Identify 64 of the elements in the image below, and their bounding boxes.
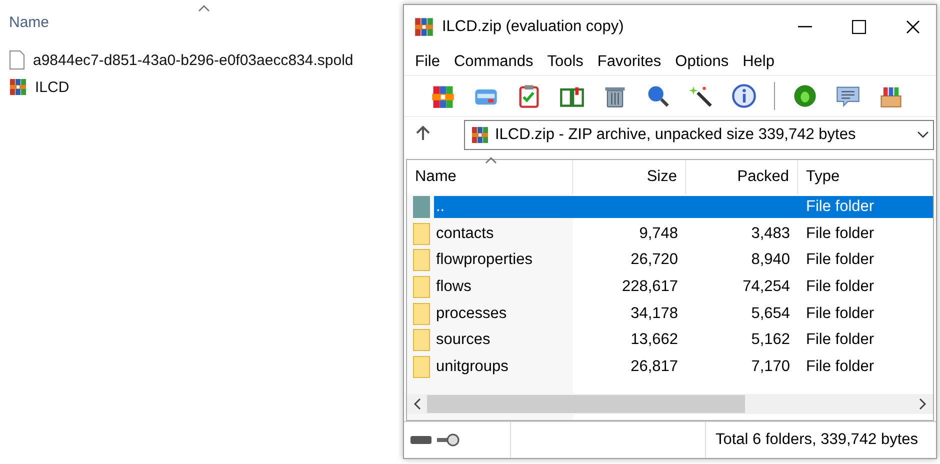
menu-item[interactable]: Favorites [590, 53, 668, 71]
menu-item[interactable]: Help [736, 53, 782, 71]
file-name[interactable]: ILCD [35, 78, 70, 96]
key-icon[interactable] [436, 433, 460, 447]
table-cell: 26,817 [630, 358, 678, 375]
table-cell: 26,720 [630, 251, 678, 268]
table-cell: 74,254 [742, 278, 790, 296]
horizontal-scrollbar[interactable] [407, 394, 933, 414]
table-cell: File folder [806, 304, 874, 322]
close-icon[interactable] [906, 20, 920, 34]
folder-icon [413, 249, 430, 272]
menu-item[interactable]: Options [668, 53, 736, 71]
table-cell[interactable]: sources [436, 331, 490, 348]
status-text: Total 6 folders, 339,742 bytes [704, 422, 936, 458]
table-cell: 5,162 [751, 331, 790, 348]
column-header[interactable]: Type [798, 160, 933, 194]
table-cell[interactable]: processes [436, 304, 507, 322]
table-cell: 3,483 [751, 224, 790, 242]
folder-icon [413, 329, 430, 352]
table-cell: 5,654 [751, 304, 790, 322]
table-cell: File folder [806, 251, 874, 268]
table-cell: 8,940 [751, 251, 790, 268]
column-header[interactable]: Name [9, 14, 403, 36]
folder-icon [413, 302, 430, 325]
parent-folder-icon [413, 196, 430, 218]
chevron-left-icon[interactable] [413, 398, 423, 410]
table-cell[interactable]: flowproperties [436, 251, 532, 268]
folder-icon [413, 276, 430, 298]
address-dropdown[interactable]: ILCD.zip - ZIP archive, unpacked size 339,742 bytes [464, 120, 934, 150]
table-cell[interactable]: unitgroups [436, 358, 508, 375]
minimize-icon[interactable] [798, 26, 812, 28]
table-cell: File folder [806, 358, 874, 375]
archive-icon [471, 126, 489, 144]
column-header[interactable]: Size [573, 160, 686, 194]
table-cell: File folder [806, 278, 874, 296]
document-icon [9, 50, 25, 70]
table-cell: 9,748 [639, 224, 678, 242]
info-icon[interactable] [731, 83, 757, 109]
folder-icon [413, 356, 430, 378]
table-cell[interactable]: flows [436, 278, 472, 296]
folder-icon [413, 222, 430, 245]
table-cell: 13,662 [630, 331, 678, 348]
file-name[interactable]: a9844ec7-d851-43a0-b296-e0f03aecc834.spold [33, 52, 354, 68]
up-arrow-icon[interactable] [416, 124, 430, 140]
app-icon [414, 17, 434, 37]
menu-item[interactable]: File [408, 53, 447, 71]
menu-item[interactable]: Commands [446, 53, 540, 71]
column-header[interactable]: Packed [686, 160, 798, 194]
table-cell[interactable]: contacts [436, 224, 494, 242]
chevron-down-icon [917, 131, 929, 139]
table-cell[interactable]: .. [436, 198, 445, 216]
table-cell: 228,617 [622, 278, 678, 296]
table-cell: File folder [806, 331, 874, 348]
menu-item[interactable]: Tools [540, 53, 590, 71]
table-cell: File folder [806, 224, 874, 242]
window-title: ILCD.zip (evaluation copy) [442, 18, 625, 36]
maximize-icon[interactable] [852, 20, 866, 34]
column-header[interactable]: Name [407, 160, 573, 194]
chevron-right-icon[interactable] [917, 398, 927, 410]
table-cell: 34,178 [630, 304, 678, 322]
selected-row[interactable]: .. File folder [434, 196, 933, 218]
table-cell: 7,170 [751, 358, 790, 375]
table-cell: File folder [806, 198, 874, 216]
archive-icon [9, 78, 27, 96]
